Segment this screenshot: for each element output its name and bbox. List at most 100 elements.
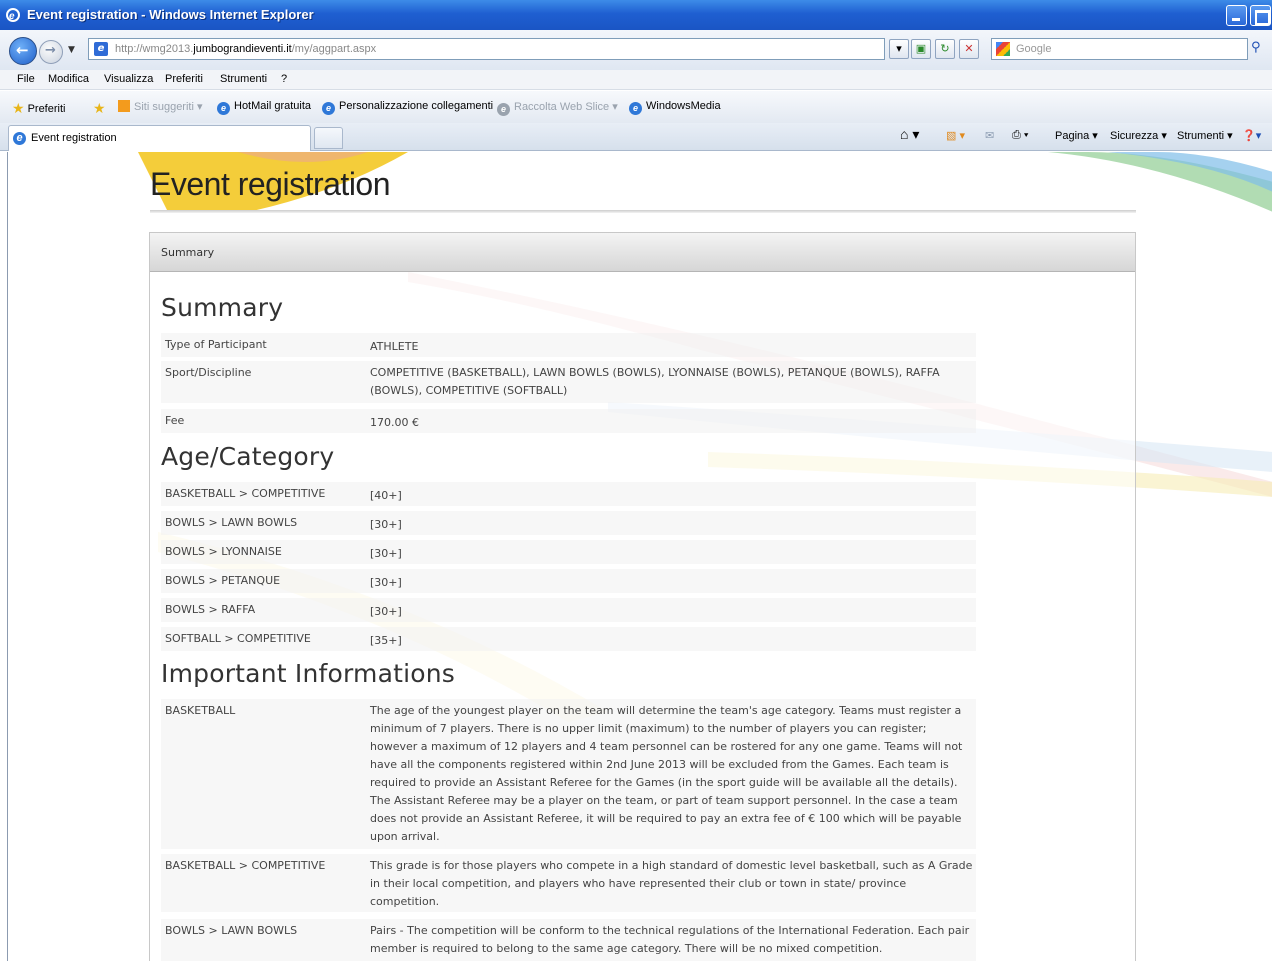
url-domain: jumbograndieventi.it [193, 43, 292, 55]
add-favorite-icon[interactable]: ★ [93, 100, 109, 117]
important-informations-heading: Important Informations [161, 659, 456, 688]
ie-page-icon: e [217, 102, 230, 115]
menu-visualizza[interactable]: Visualizza [104, 73, 153, 85]
minimize-button[interactable] [1226, 5, 1247, 26]
menu-help[interactable]: ? [281, 73, 287, 85]
search-placeholder: Google [1016, 43, 1052, 55]
menu-preferiti[interactable]: Preferiti [165, 73, 203, 85]
info-key: BASKETBALL > COMPETITIVE [165, 859, 326, 872]
summary-panel: Summary Summary Type of Participant ATHL… [149, 232, 1136, 961]
fav-windowsmedia[interactable]: e WindowsMedia [629, 100, 721, 115]
ie-page-icon: e [13, 132, 26, 145]
age-key: BOWLS > PETANQUE [165, 574, 281, 587]
info-key: BOWLS > LAWN BOWLS [165, 924, 298, 937]
age-row: SOFTBALL > COMPETITIVE [35+] [161, 627, 976, 651]
feeds-icon[interactable]: ▧ ▾ [946, 129, 965, 142]
summary-row: Type of Participant ATHLETE [161, 333, 976, 357]
age-value: [40+] [370, 489, 402, 502]
age-key: BASKETBALL > COMPETITIVE [165, 487, 326, 500]
refresh-icon[interactable]: ↻ [935, 39, 955, 59]
age-row: BOWLS > PETANQUE [30+] [161, 569, 976, 593]
favorites-button[interactable]: ★ Preferiti [12, 100, 65, 117]
info-row: BOWLS > LAWN BOWLS Pairs - The competiti… [161, 919, 976, 961]
google-logo-icon [996, 42, 1010, 56]
restore-button[interactable] [1250, 5, 1271, 26]
info-value: Pairs - The competition will be conform … [370, 924, 970, 955]
info-row: BASKETBALL > COMPETITIVE This grade is f… [161, 854, 976, 912]
age-value: [30+] [370, 518, 402, 531]
age-value: [30+] [370, 576, 402, 589]
summary-value: ATHLETE [370, 340, 419, 353]
age-category-heading: Age/Category [161, 442, 335, 471]
panel-header-label: Summary [161, 246, 215, 259]
title-divider [150, 210, 1136, 213]
age-value: [35+] [370, 634, 402, 647]
fav-personalizzazione[interactable]: e Personalizzazione collegamenti [322, 100, 493, 115]
favorites-bar: ★ Preferiti ★ Siti suggeriti ▾ e HotMail g… [0, 91, 1272, 123]
fav-siti-suggeriti[interactable]: Siti suggeriti ▾ [118, 100, 203, 113]
svg-text:e: e [9, 11, 15, 22]
age-value: [30+] [370, 605, 402, 618]
search-icon[interactable]: ⚲ [1251, 40, 1261, 55]
panel-header: Summary [150, 233, 1135, 272]
ie-page-icon: e [497, 103, 510, 116]
suggested-sites-icon [118, 100, 130, 112]
age-row: BOWLS > LAWN BOWLS [30+] [161, 511, 976, 535]
mail-icon[interactable]: ✉ [985, 129, 994, 142]
stop-icon[interactable]: ✕ [959, 39, 979, 59]
ie-page-icon: e [322, 102, 335, 115]
menu-pagina[interactable]: Pagina ▾ [1055, 129, 1098, 142]
fav-hotmail[interactable]: e HotMail gratuita [217, 100, 311, 115]
page-title: Event registration [150, 166, 391, 202]
menu-file[interactable]: File [17, 73, 35, 85]
info-row: BASKETBALL The age of the youngest playe… [161, 699, 976, 849]
window-title: Event registration - Windows Internet Ex… [27, 7, 314, 22]
menu-modifica[interactable]: Modifica [48, 73, 89, 85]
age-key: BOWLS > LAWN BOWLS [165, 516, 298, 529]
menu-strumenti-cmd[interactable]: Strumenti ▾ [1177, 129, 1233, 142]
age-row: BOWLS > RAFFA [30+] [161, 598, 976, 622]
help-icon[interactable]: ❓▾ [1242, 129, 1261, 142]
age-key: SOFTBALL > COMPETITIVE [165, 632, 311, 645]
address-dropdown-button[interactable]: ▾ [889, 39, 909, 59]
star-icon: ★ [12, 100, 25, 116]
print-icon[interactable]: ⎙ ▾ [1012, 129, 1028, 142]
page-viewport: Event registration Summary Summary Type … [7, 152, 1272, 961]
age-key: BOWLS > RAFFA [165, 603, 256, 616]
age-value: [30+] [370, 547, 402, 560]
summary-value: COMPETITIVE (BASKETBALL), LAWN BOWLS (BO… [370, 366, 940, 397]
summary-key: Fee [165, 414, 185, 427]
tab-event-registration[interactable]: e Event registration [8, 125, 311, 151]
info-value: This grade is for those players who comp… [370, 859, 973, 908]
navigation-bar: ▼ e http://wmg2013.jumbograndieventi.it/… [0, 30, 1272, 70]
summary-row: Sport/Discipline COMPETITIVE (BASKETBALL… [161, 361, 976, 403]
url-prefix: http://wmg2013. [115, 43, 194, 55]
fav-raccolta-web-slice[interactable]: e Raccolta Web Slice ▾ [497, 100, 618, 116]
age-row: BOWLS > LYONNAISE [30+] [161, 540, 976, 564]
menu-bar: File Modifica Visualizza Preferiti Strum… [0, 70, 1272, 90]
summary-heading: Summary [161, 293, 284, 322]
age-key: BOWLS > LYONNAISE [165, 545, 282, 558]
summary-key: Sport/Discipline [165, 366, 252, 379]
ie-page-icon: e [629, 102, 642, 115]
url-path: /my/aggpart.aspx [291, 43, 377, 55]
menu-strumenti[interactable]: Strumenti [220, 73, 267, 85]
menu-sicurezza[interactable]: Sicurezza ▾ [1110, 129, 1167, 142]
new-tab-button[interactable] [314, 127, 343, 149]
info-value: The age of the youngest player on the te… [370, 704, 963, 843]
recent-pages-dropdown[interactable]: ▼ [68, 45, 75, 55]
back-button[interactable] [9, 37, 37, 65]
age-row: BASKETBALL > COMPETITIVE [40+] [161, 482, 976, 506]
window-titlebar: e Event registration - Windows Internet … [0, 0, 1272, 30]
page-icon: e [94, 42, 108, 56]
home-icon[interactable]: ⌂ ▾ [900, 126, 919, 143]
info-key: BASKETBALL [165, 704, 236, 717]
summary-key: Type of Participant [165, 338, 267, 351]
summary-value: 170.00 € [370, 416, 419, 429]
compatibility-view-icon[interactable]: ▣ [911, 39, 931, 59]
address-input[interactable]: e http://wmg2013.jumbograndieventi.it/my… [88, 38, 885, 60]
search-input[interactable]: Google [991, 38, 1248, 60]
forward-button[interactable] [39, 40, 63, 64]
ie-logo-icon: e [6, 8, 20, 22]
summary-row: Fee 170.00 € [161, 409, 976, 433]
